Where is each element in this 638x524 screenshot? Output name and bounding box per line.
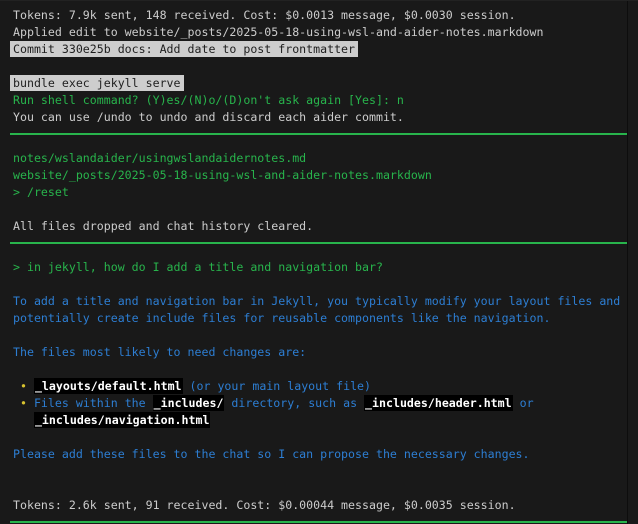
terminal-line: > in jekyll, how do I add a title and na… xyxy=(13,259,638,276)
text-segment: > /reset xyxy=(13,185,69,199)
text-segment: Applied edit to website/_posts/2025-05-1… xyxy=(13,25,544,39)
text-segment: (or your main layout file) xyxy=(182,379,372,393)
text-segment: _includes/ xyxy=(152,395,225,411)
text-segment: website/_posts/2025-05-18-using-wsl-and-… xyxy=(13,168,432,182)
text-segment xyxy=(13,413,34,427)
terminal-line: > /reset xyxy=(13,184,638,201)
terminal-line: _includes/navigation.html xyxy=(13,412,638,429)
terminal-line: bundle exec jekyll serve xyxy=(10,75,638,92)
text-segment: notes/wslandaider/usingwslandaidernotes.… xyxy=(13,151,307,165)
text-segment: or xyxy=(512,396,534,410)
text-segment: _layouts/default.html xyxy=(33,378,183,394)
text-segment: Tokens: 2.6k sent, 91 received. Cost: $0… xyxy=(13,498,516,512)
text-segment: bundle exec jekyll serve xyxy=(10,75,184,91)
terminal-line: website/_posts/2025-05-18-using-wsl-and-… xyxy=(13,167,638,184)
text-segment: potentially create include files for reu… xyxy=(13,311,551,325)
terminal-line: • Files within the _includes/ directory,… xyxy=(13,395,638,412)
text-segment: All files dropped and chat history clear… xyxy=(13,219,314,233)
terminal-line: notes/wslandaider/usingwslandaidernotes.… xyxy=(13,150,638,167)
text-segment: directory, such as xyxy=(224,396,365,410)
text-segment: You can use /undo to undo and discard ea… xyxy=(13,110,404,124)
terminal-right-edge xyxy=(627,1,628,524)
terminal-line: All files dropped and chat history clear… xyxy=(13,218,638,235)
terminal-line: Run shell command? (Y)es/(N)o/(D)on't as… xyxy=(13,92,638,109)
bullet-icon: • xyxy=(13,396,34,410)
text-segment: > in jekyll, how do I add a title and na… xyxy=(13,260,383,274)
terminal-line: Tokens: 7.9k sent, 148 received. Cost: $… xyxy=(13,7,638,24)
terminal-line: • _layouts/default.html (or your main la… xyxy=(13,378,638,395)
terminal-line: You can use /undo to undo and discard ea… xyxy=(13,109,638,126)
terminal-line: Tokens: 2.6k sent, 91 received. Cost: $0… xyxy=(13,497,638,514)
terminal-line: The files most likely to need changes ar… xyxy=(13,344,638,361)
divider-line xyxy=(10,521,628,523)
text-segment: Files within the xyxy=(33,396,153,410)
text-segment: _includes/header.html xyxy=(364,395,513,411)
terminal[interactable]: Tokens: 7.9k sent, 148 received. Cost: $… xyxy=(0,0,638,524)
divider-row xyxy=(10,242,638,259)
terminal-line: Applied edit to website/_posts/2025-05-1… xyxy=(13,24,638,41)
terminal-line: potentially create include files for reu… xyxy=(13,310,638,327)
bullet-icon: • xyxy=(13,379,34,393)
text-segment: Tokens: 7.9k sent, 148 received. Cost: $… xyxy=(13,8,516,22)
text-segment: Commit 330e25b docs: Add date to post fr… xyxy=(10,41,359,57)
terminal-line: Commit 330e25b docs: Add date to post fr… xyxy=(10,41,638,58)
text-segment: To add a title and navigation bar in Jek… xyxy=(13,294,621,308)
divider-line xyxy=(10,242,628,244)
text-segment: The files most likely to need changes ar… xyxy=(13,345,307,359)
divider-row xyxy=(10,133,638,150)
text-segment: Please add these files to the chat so I … xyxy=(13,447,530,461)
terminal-line: Please add these files to the chat so I … xyxy=(13,446,638,463)
text-segment: Run shell command? (Y)es/(N)o/(D)on't as… xyxy=(13,93,404,107)
terminal-line: To add a title and navigation bar in Jek… xyxy=(13,293,638,310)
divider-line xyxy=(10,133,628,135)
text-segment: _includes/navigation.html xyxy=(33,412,211,428)
